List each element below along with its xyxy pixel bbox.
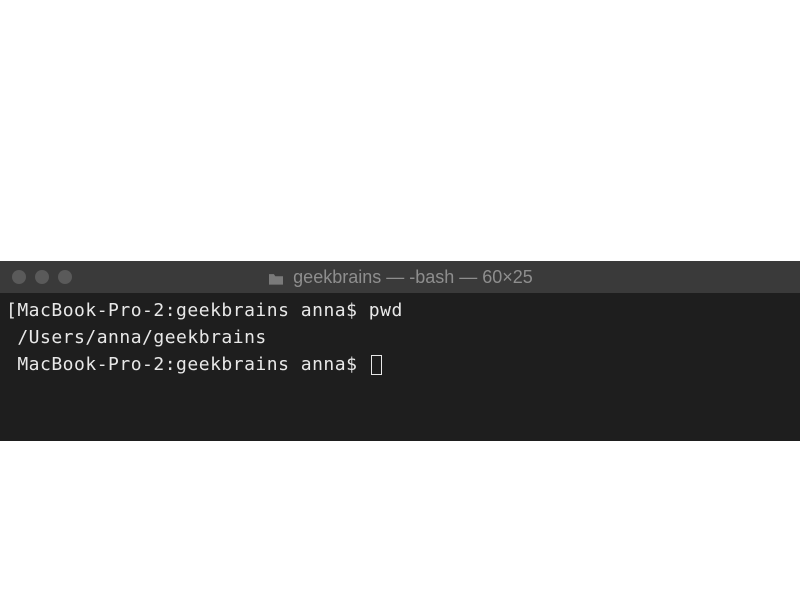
cursor: [371, 355, 382, 375]
folder-icon: [267, 270, 285, 284]
close-button[interactable]: [12, 270, 26, 284]
title-text: geekbrains — -bash — 60×25: [293, 267, 533, 288]
traffic-lights: [12, 270, 72, 284]
output-text: /Users/anna/geekbrains: [6, 327, 267, 348]
terminal-window: geekbrains — -bash — 60×25 [MacBook-Pro-…: [0, 261, 800, 441]
prompt-text: MacBook-Pro-2:geekbrains anna$: [6, 354, 369, 375]
prompt-text: MacBook-Pro-2:geekbrains anna$: [17, 300, 368, 321]
minimize-button[interactable]: [35, 270, 49, 284]
terminal-line: /Users/anna/geekbrains: [6, 324, 794, 351]
maximize-button[interactable]: [58, 270, 72, 284]
terminal-line: MacBook-Pro-2:geekbrains anna$: [6, 351, 794, 378]
window-titlebar: geekbrains — -bash — 60×25: [0, 261, 800, 293]
terminal-line: [MacBook-Pro-2:geekbrains anna$ pwd: [6, 297, 794, 324]
command-text: pwd: [369, 300, 403, 321]
terminal-body[interactable]: [MacBook-Pro-2:geekbrains anna$ pwd /Use…: [0, 293, 800, 441]
window-title: geekbrains — -bash — 60×25: [12, 267, 788, 288]
prompt-leading: [: [6, 300, 17, 321]
